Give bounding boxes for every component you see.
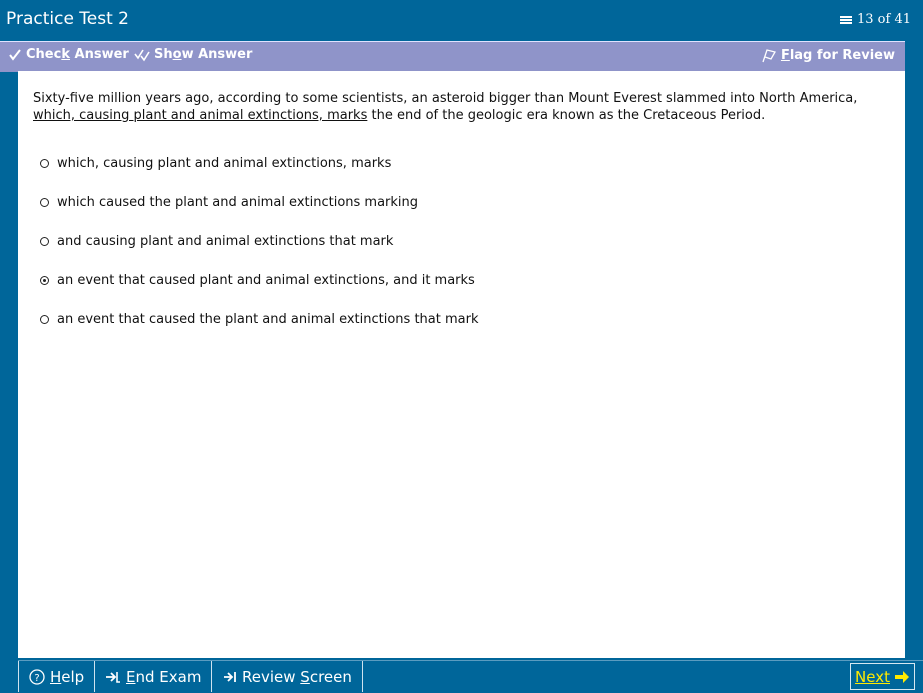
- check-answer-icon: [8, 48, 22, 62]
- answer-choice-a[interactable]: which, causing plant and animal extincti…: [40, 144, 880, 183]
- next-label: Next: [855, 667, 890, 686]
- toolbar: Check Answer Show Answer Flag for Review: [0, 41, 905, 72]
- check-answer-button[interactable]: Check Answer: [8, 47, 129, 62]
- end-exam-button[interactable]: End Exam: [95, 661, 213, 692]
- review-screen-icon: [223, 670, 237, 684]
- bottom-bar: ? Help End Exam Review Screen Next: [18, 660, 923, 693]
- flag-icon: [761, 47, 777, 63]
- answer-choice-label: an event that caused plant and animal ex…: [57, 273, 475, 288]
- answer-choice-label: an event that caused the plant and anima…: [57, 312, 479, 327]
- answer-choices: which, causing plant and animal extincti…: [40, 144, 880, 339]
- radio-button-selected[interactable]: [40, 276, 49, 285]
- svg-text:?: ?: [34, 673, 39, 684]
- answer-choice-label: and causing plant and animal extinctions…: [57, 234, 394, 249]
- question-counter: 13 of 41: [839, 12, 911, 27]
- answer-choice-e[interactable]: an event that caused the plant and anima…: [40, 300, 880, 339]
- questions-stack-icon: [839, 15, 853, 25]
- answer-choice-c[interactable]: and causing plant and animal extinctions…: [40, 222, 880, 261]
- answer-choice-label: which, causing plant and animal extincti…: [57, 156, 392, 171]
- show-answer-button[interactable]: Show Answer: [134, 47, 252, 62]
- end-exam-icon: [105, 670, 121, 684]
- answer-choice-d[interactable]: an event that caused plant and animal ex…: [40, 261, 880, 300]
- radio-button[interactable]: [40, 237, 49, 246]
- radio-button[interactable]: [40, 198, 49, 207]
- flag-for-review-label: Flag for Review: [780, 47, 895, 63]
- page-title: Practice Test 2: [6, 9, 130, 29]
- question-panel: Sixty-five million years ago, according …: [18, 71, 905, 658]
- help-icon: ?: [29, 668, 45, 685]
- title-bar: Practice Test 2 13 of 41: [0, 0, 923, 40]
- help-label: Help: [50, 667, 85, 686]
- question-stem: Sixty-five million years ago, according …: [33, 91, 858, 123]
- arrow-right-icon: [894, 670, 910, 684]
- flag-for-review-button[interactable]: Flag for Review: [761, 47, 895, 63]
- radio-button[interactable]: [40, 315, 49, 324]
- counter-text: 13 of 41: [857, 12, 911, 27]
- help-button[interactable]: ? Help: [18, 661, 96, 692]
- show-answer-icon: [134, 48, 150, 62]
- end-exam-label: End Exam: [126, 667, 202, 686]
- answer-choice-label: which caused the plant and animal extinc…: [57, 195, 419, 210]
- review-screen-button[interactable]: Review Screen: [213, 661, 363, 692]
- underlined-portion: which, causing plant and animal extincti…: [33, 108, 368, 123]
- next-button[interactable]: Next: [850, 663, 915, 690]
- check-answer-label: Check Answer: [26, 47, 129, 62]
- radio-button[interactable]: [40, 159, 49, 168]
- review-screen-label: Review Screen: [242, 667, 352, 686]
- show-answer-label: Show Answer: [154, 47, 253, 62]
- right-frame: [905, 41, 923, 660]
- answer-choice-b[interactable]: which caused the plant and animal extinc…: [40, 183, 880, 222]
